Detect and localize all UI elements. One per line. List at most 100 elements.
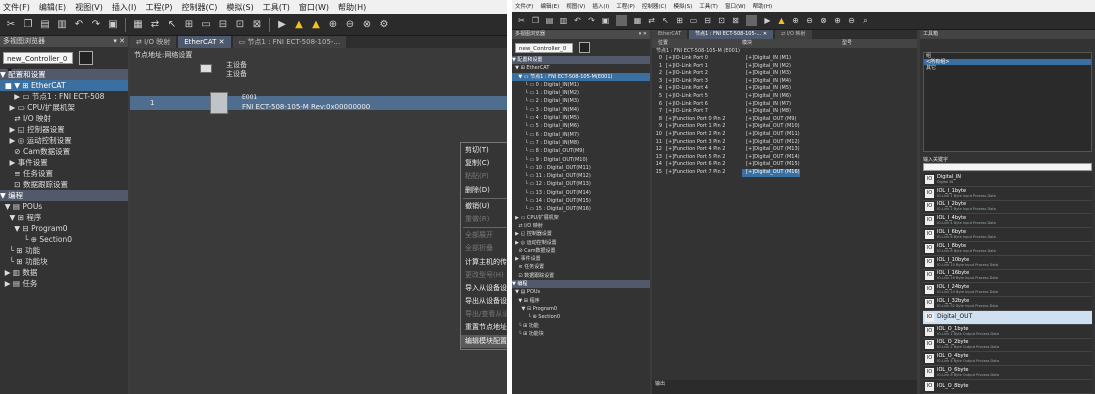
- group-list[interactable]: 组 <所有组> 其它: [923, 52, 1092, 152]
- tree-item[interactable]: ■ ▼ ⊞ EtherCAT: [0, 80, 128, 91]
- tree-item[interactable]: ⇄ I/O 映射: [0, 113, 128, 124]
- menu-item[interactable]: 帮助(H): [338, 2, 366, 13]
- grid-icon[interactable]: ▦: [632, 15, 643, 26]
- keyword-input[interactable]: [923, 163, 1092, 171]
- menu-item[interactable]: 工具(T): [699, 2, 718, 10]
- tree-item[interactable]: └ ⊞ 功能块: [0, 256, 128, 267]
- tree-item[interactable]: ≡ 任务设置: [0, 168, 128, 179]
- context-menu-item[interactable]: 编辑模块配置: [461, 334, 507, 348]
- table-row[interactable]: 14 [+]Function Port 6 Pin 2 [+]Digital_OUT…: [652, 161, 917, 169]
- copy-icon[interactable]: ❐: [21, 18, 35, 32]
- toolbox-item[interactable]: IO IOL_I_1byte IO-Link 1 Byte Input Proces…: [923, 186, 1092, 201]
- tree-item[interactable]: ⊘ Cam数据设置: [0, 146, 128, 157]
- tab[interactable]: 节点1 : FNI ECT-508-105-... ✕: [689, 30, 774, 39]
- menu-item[interactable]: 模拟(S): [673, 2, 692, 10]
- menu-item[interactable]: 工具(T): [263, 2, 290, 13]
- redo-icon[interactable]: ↷: [586, 15, 597, 26]
- online-icon[interactable]: ▭: [199, 18, 213, 32]
- sync-icon[interactable]: ⇄: [148, 18, 162, 32]
- pin-icon[interactable]: ▾ ✕: [639, 30, 647, 39]
- sim-icon[interactable]: ⊕: [326, 18, 340, 32]
- warning-icon[interactable]: ▲: [309, 18, 323, 32]
- menu-item[interactable]: 编辑(E): [540, 2, 559, 10]
- tree-item[interactable]: └ ▭ 13 : Digital_OUT(M14): [512, 189, 650, 197]
- toolbox-item[interactable]: IO Digital_OUT: [923, 310, 1092, 325]
- tree-item[interactable]: ▼ ▭ 节点1 : FNI ECT-508-105-M(E001): [512, 72, 650, 81]
- table-row[interactable]: 6 [+]IO-Link Port 6 [+]Digital_IN (M7): [652, 101, 917, 109]
- tree-item[interactable]: ≡ 任务设置: [512, 263, 650, 271]
- tree-item[interactable]: ⊘ Cam数据设置: [512, 247, 650, 255]
- tree-item[interactable]: └ ▭ 5 : Digital_IN(M6): [512, 122, 650, 130]
- cut-icon[interactable]: ✂: [4, 18, 18, 32]
- menu-item[interactable]: 文件(F): [515, 2, 533, 10]
- pointer-icon[interactable]: ↖: [165, 18, 179, 32]
- menu-item[interactable]: 工程(P): [145, 2, 172, 13]
- table-row[interactable]: 8 [+]Function Port 0 Pin 2 [+]Digital_OUT …: [652, 116, 917, 124]
- online-icon[interactable]: ▭: [688, 15, 699, 26]
- table-row[interactable]: 7 [+]IO-Link Port 7 [+]Digital_IN (M8): [652, 108, 917, 116]
- menu-item[interactable]: 帮助(H): [753, 2, 772, 10]
- tree-item[interactable]: ▶ 事件设置: [512, 255, 650, 263]
- tree-item[interactable]: ▼ ⊞ 程序: [0, 212, 128, 223]
- zoom-out-icon[interactable]: ⊖: [846, 15, 857, 26]
- tree-item[interactable]: ⊡ 数据跟踪设置: [512, 272, 650, 280]
- run-icon[interactable]: ▶: [275, 18, 289, 32]
- tree-item[interactable]: ▼ 编程: [512, 280, 650, 289]
- table-row[interactable]: 4 [+]IO-Link Port 4 [+]Digital_IN (M5): [652, 85, 917, 93]
- search-icon[interactable]: ⌕: [860, 15, 871, 26]
- menu-item[interactable]: 文件(F): [3, 2, 30, 13]
- copy-icon[interactable]: ❐: [530, 15, 541, 26]
- grid-icon[interactable]: ▦: [131, 18, 145, 32]
- tree-item[interactable]: └ ▭ 14 : Digital_OUT(M15): [512, 197, 650, 205]
- tree-item[interactable]: └ ▭ 1 : Digital_IN(M2): [512, 89, 650, 97]
- toolbox-item[interactable]: IO IOL_I_32byte IO-Link 32 Byte Input Proc…: [923, 297, 1092, 311]
- menu-item[interactable]: 工程(P): [616, 2, 635, 10]
- table-row[interactable]: 2 [+]IO-Link Port 2 [+]Digital_IN (M3): [652, 70, 917, 78]
- table-row[interactable]: 3 [+]IO-Link Port 3 [+]Digital_IN (M4): [652, 78, 917, 86]
- context-menu-item[interactable]: 导出从设备设置(X): [461, 295, 507, 308]
- toolbox-item[interactable]: IO Digital_IN Digital IN: [923, 173, 1092, 187]
- step-icon[interactable]: ⊖: [804, 15, 815, 26]
- warning-icon[interactable]: ▲: [776, 15, 787, 26]
- group-item[interactable]: 其它: [924, 65, 1091, 71]
- controller-select[interactable]: new_Controller_0 ▼: [3, 52, 73, 75]
- redo-icon[interactable]: ↷: [89, 18, 103, 32]
- toolbox-item[interactable]: IO IOL_I_8byte IO-Link 8 Byte Input Proces…: [923, 241, 1092, 256]
- tree-item[interactable]: └ ▭ 4 : Digital_IN(M5): [512, 114, 650, 122]
- context-menu-item[interactable]: 重置节点地址(A): [461, 321, 507, 334]
- cut-icon[interactable]: ✂: [516, 15, 527, 26]
- toolbox-item[interactable]: IO IOL_I_4byte IO-Link 4 Byte Input Proces…: [923, 214, 1092, 229]
- undo-icon[interactable]: ↶: [72, 18, 86, 32]
- pause-icon[interactable]: ⊗: [360, 18, 374, 32]
- pointer-icon[interactable]: ↖: [660, 15, 671, 26]
- transfer-icon[interactable]: ⊟: [702, 15, 713, 26]
- tree-item[interactable]: ▼ ▤ POUs: [512, 288, 650, 296]
- menu-item[interactable]: 视图(V): [75, 2, 103, 13]
- tab[interactable]: EtherCAT: [652, 30, 687, 39]
- table-row[interactable]: 1 [+]IO-Link Port 1 [+]Digital_IN (M2): [652, 63, 917, 71]
- slave-node-row[interactable]: 1 E001 FNI ECT-508-105-M Rev:0x00000000: [130, 94, 507, 111]
- master-device-icon[interactable]: [200, 64, 212, 73]
- toolbox-item[interactable]: IO IOL_I_6byte IO-Link 6 Byte Input Proces…: [923, 228, 1092, 242]
- tree-item[interactable]: ▼ ⊟ Program0: [512, 305, 650, 313]
- tree-item[interactable]: └ ▭ 2 : Digital_IN(M3): [512, 97, 650, 105]
- build-icon[interactable]: ⊞: [182, 18, 196, 32]
- tree-item[interactable]: ▼ ⊟ Program0: [0, 223, 128, 234]
- toolbox-item[interactable]: IO IOL_O_2byte IO-Link 2 Byte Output Proce…: [923, 338, 1092, 353]
- tree-item[interactable]: ▶ ▭ CPU/扩展机架: [512, 214, 650, 222]
- tree-item[interactable]: ▶ ▭ 节点1 : FNI ECT-508: [0, 91, 128, 102]
- context-menu-item[interactable]: 复制(C): [461, 157, 507, 170]
- warning-icon[interactable]: ▲: [292, 18, 306, 32]
- toolbox-item[interactable]: IO IOL_O_8byte: [923, 379, 1092, 394]
- tree-item[interactable]: ▼ ⊞ EtherCAT: [512, 64, 650, 72]
- menu-item[interactable]: 视图(V): [566, 2, 585, 10]
- undo-icon[interactable]: ↶: [572, 15, 583, 26]
- context-menu-item[interactable]: 导入从设备设置和插入新从设备(O): [461, 282, 507, 295]
- toolbox-item[interactable]: IO IOL_O_4byte IO-Link 4 Byte Output Proce…: [923, 352, 1092, 367]
- tree-item[interactable]: ▼ 配置和设置: [0, 69, 128, 80]
- step-icon[interactable]: ⊖: [343, 18, 357, 32]
- tree-item[interactable]: └ ▭ 9 : Digital_OUT(M10): [512, 156, 650, 164]
- monitor-icon[interactable]: ⊡: [716, 15, 727, 26]
- slave-device-icon[interactable]: [210, 92, 228, 114]
- table-row[interactable]: 13 [+]Function Port 5 Pin 2 [+]Digital_OUT…: [652, 154, 917, 162]
